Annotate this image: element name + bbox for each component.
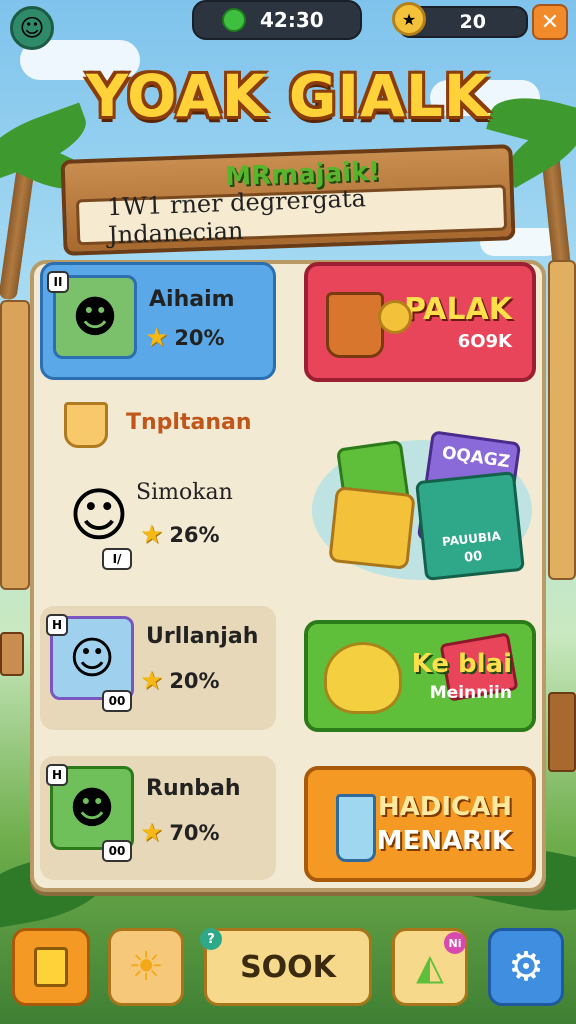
avatar-icon: ☺ bbox=[19, 14, 45, 42]
coin-count: 20 bbox=[459, 11, 486, 33]
book-icon bbox=[34, 947, 68, 987]
timer-value: 42:30 bbox=[260, 8, 324, 32]
crate bbox=[0, 632, 24, 676]
ticket-value: 00 bbox=[463, 548, 484, 566]
character-icon: ☺ bbox=[68, 481, 130, 549]
character-stat: ★ 26% bbox=[140, 520, 220, 550]
timer-display: 42:30 bbox=[192, 0, 362, 40]
card-badge: H bbox=[46, 764, 68, 786]
notification-badge: Ni bbox=[444, 932, 466, 954]
ticket-card-front: PAUUBIA 00 bbox=[415, 471, 525, 581]
building bbox=[548, 260, 576, 580]
inventory-button[interactable] bbox=[12, 928, 90, 1006]
card-badge: H bbox=[46, 614, 68, 636]
card-badge: 00 bbox=[102, 840, 132, 862]
card-heading: Tnpltanan bbox=[126, 410, 252, 435]
character-button[interactable]: ☀ bbox=[108, 928, 184, 1006]
character-icon: ☻ bbox=[69, 782, 115, 834]
reward-subtitle: Meinniin bbox=[429, 683, 512, 703]
card-badge: I/ bbox=[102, 548, 132, 570]
character-card-1[interactable]: ☻ II Aihaim ★ 20% bbox=[40, 262, 276, 380]
crate bbox=[548, 692, 576, 772]
building bbox=[0, 300, 30, 590]
stat-value: 20% bbox=[174, 326, 225, 350]
reward-button-kebiai[interactable]: Ke blai Meinniin bbox=[304, 620, 536, 732]
item-bundle[interactable]: OQAGZ PAUUBIA 00 bbox=[312, 410, 538, 586]
map-icon: ◭ bbox=[416, 946, 444, 988]
star-icon: ★ bbox=[140, 818, 164, 848]
banner-text: 1W1 rner degrergata Jndanecian bbox=[75, 184, 508, 249]
cup-icon bbox=[64, 402, 108, 448]
character-name: Aihaim bbox=[149, 287, 235, 312]
drink-cup-icon bbox=[336, 794, 376, 862]
character-name: Runbah bbox=[146, 776, 241, 801]
game-title: YOAK GIALK bbox=[86, 62, 490, 130]
close-button[interactable]: ✕ bbox=[532, 4, 568, 40]
gear-icon: ⚙ bbox=[508, 944, 544, 990]
character-name: Urllanjah bbox=[146, 624, 259, 649]
character-stat: ★ 70% bbox=[140, 818, 220, 848]
star-icon: ★ bbox=[140, 666, 164, 696]
reward-button-hadiah[interactable]: HADICAH MENARIK bbox=[304, 766, 536, 882]
settings-button[interactable]: ⚙ bbox=[488, 928, 564, 1006]
character-card-3[interactable]: ☺ H 00 Urllanjah ★ 20% bbox=[40, 606, 276, 730]
character-icon: ☻ bbox=[72, 291, 118, 343]
card-badge: 00 bbox=[102, 690, 132, 712]
reward-subtitle: MENARIK bbox=[376, 826, 512, 856]
card-badge: II bbox=[47, 271, 69, 293]
sook-label: SOOK bbox=[240, 949, 336, 985]
reward-subtitle: 6O9K bbox=[457, 331, 512, 352]
character-stat: ★ 20% bbox=[140, 666, 220, 696]
ticket-title: OQAGZ bbox=[440, 442, 512, 473]
sook-badge: ? bbox=[200, 928, 222, 950]
gold-nugget-icon bbox=[324, 642, 402, 714]
gold-box-icon bbox=[328, 486, 416, 570]
character-card-4[interactable]: ☻ H 00 Runbah ★ 70% bbox=[40, 756, 276, 880]
drink-icon bbox=[326, 292, 384, 358]
welcome-banner: MRmajaik! 1W1 rner degrergata Jndanecian bbox=[60, 144, 516, 256]
sun-face-icon: ☀ bbox=[128, 944, 164, 990]
character-stat: ★ 20% bbox=[145, 323, 225, 353]
reward-title: Ke blai bbox=[411, 649, 512, 679]
star-icon: ★ bbox=[145, 323, 169, 353]
star-icon: ★ bbox=[140, 520, 164, 550]
clock-icon bbox=[222, 8, 246, 32]
ticket-label: PAUUBIA bbox=[441, 528, 502, 549]
coin-icon: ★ bbox=[392, 2, 426, 36]
stat-value: 70% bbox=[169, 821, 220, 845]
top-bar: ☺ 42:30 20 ★ ✕ bbox=[0, 0, 576, 50]
bottom-bar: ☀ SOOK ? ◭ Ni ⚙ bbox=[0, 928, 576, 1012]
character-name: Simokan bbox=[136, 480, 233, 505]
reward-button-palak[interactable]: PALAK 6O9K bbox=[304, 262, 536, 382]
stat-value: 26% bbox=[169, 523, 220, 547]
coin-stack-icon bbox=[378, 300, 412, 334]
player-avatar-button[interactable]: ☺ bbox=[10, 6, 54, 50]
reward-title: HADICAH bbox=[377, 792, 512, 822]
sook-button[interactable]: SOOK bbox=[204, 928, 372, 1006]
stat-value: 20% bbox=[169, 669, 220, 693]
character-card-2[interactable]: Tnpltanan ☺ I/ Simokan ★ 26% bbox=[40, 396, 276, 586]
character-icon: ☺ bbox=[69, 632, 115, 684]
reward-title: PALAK bbox=[403, 292, 512, 327]
